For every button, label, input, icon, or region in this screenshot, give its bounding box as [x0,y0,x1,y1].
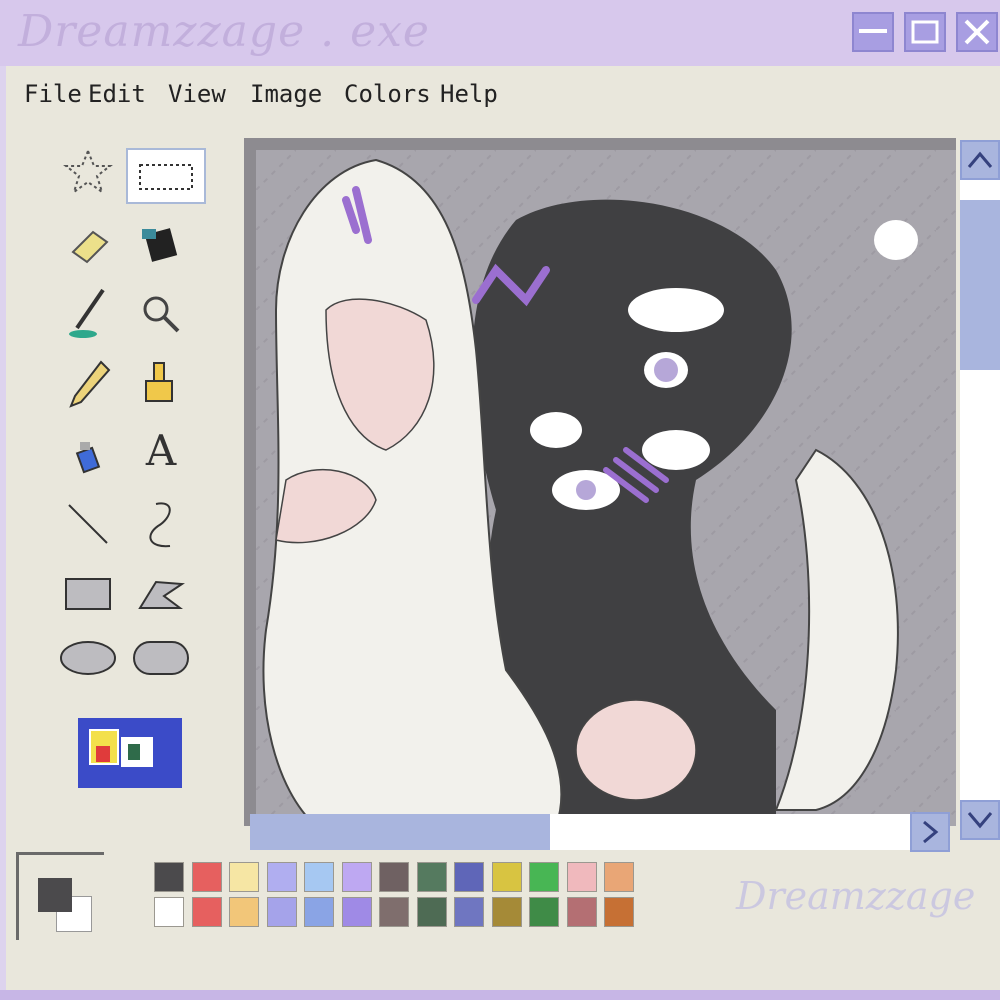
minimize-icon [859,29,887,33]
fill-tool[interactable] [126,216,196,272]
window-title: Dreamzzage . exe [18,6,430,57]
canvas-frame [244,138,956,826]
paint-bucket-icon [142,228,178,262]
color-swatch[interactable] [191,862,222,892]
color-swatch[interactable] [566,897,597,927]
color-swatch[interactable] [491,862,522,892]
title-bar[interactable]: Dreamzzage . exe [0,0,1000,66]
menu-image[interactable]: Image [250,80,322,108]
client-area: File Edit View Image Colors Help A Dream… [6,66,1000,990]
maximize-button[interactable] [904,12,946,52]
ellipse-icon [60,641,116,675]
color-swatch[interactable] [491,897,522,927]
color-swatch[interactable] [229,897,259,927]
color-swatch[interactable] [529,862,559,892]
polygon-tool[interactable] [126,566,196,622]
color-swatch[interactable] [304,897,334,927]
rounded-rect-tool[interactable] [126,630,196,686]
color-swatch[interactable] [304,862,334,892]
color-swatch[interactable] [604,862,634,892]
scroll-down-icon [967,812,993,829]
close-button[interactable] [956,12,998,52]
polygon-icon [138,580,185,609]
color-palette: Dreamzzage [6,852,1000,992]
brush-tool[interactable] [126,356,196,412]
color-swatch[interactable] [341,862,372,892]
current-colors[interactable] [16,852,108,944]
line-icon [68,504,108,544]
color-swatch[interactable] [154,862,184,892]
color-swatch[interactable] [416,897,447,927]
star-select-icon [63,148,113,195]
color-swatch[interactable] [266,897,297,927]
tool-options-box[interactable] [78,718,182,788]
curve-tool[interactable] [126,496,196,552]
rounded-rect-icon [133,641,189,675]
maximize-icon [911,20,939,44]
window-bottom-edge [0,990,1000,1000]
scroll-right-icon [923,820,939,844]
primary-color[interactable] [38,878,72,912]
rect-select-tool[interactable] [126,148,206,204]
ellipse-tool[interactable] [53,630,123,686]
menu-file[interactable]: File [24,80,82,108]
minimize-button[interactable] [852,12,894,52]
menu-help[interactable]: Help [440,80,498,108]
eraser-icon [71,230,109,264]
text-tool[interactable]: A [126,422,196,478]
dreamzzage-watermark: Dreamzzage [736,874,976,918]
color-swatch[interactable] [604,897,634,927]
brush-icon [145,362,173,402]
toolbox: A [18,136,238,856]
menu-edit[interactable]: Edit [88,80,146,108]
scroll-up-button[interactable] [960,140,1000,180]
rectangle-icon [65,578,111,610]
scroll-down-button[interactable] [960,800,1000,840]
color-swatch[interactable] [379,862,409,892]
magnifier-icon [143,296,180,333]
horizontal-scroll-thumb[interactable] [250,814,550,850]
scroll-right-button[interactable] [910,812,950,852]
vertical-scrollbar[interactable] [960,140,1000,840]
menu-view[interactable]: View [168,80,226,108]
drawing-canvas[interactable] [256,150,956,826]
line-tool[interactable] [53,496,123,552]
scroll-up-icon [967,151,993,168]
eraser-tool[interactable] [53,216,123,272]
rect-select-icon [139,164,193,190]
rectangle-tool[interactable] [53,566,123,622]
color-swatch[interactable] [566,862,597,892]
app-window: Dreamzzage . exe File Edit View Image Co… [0,0,1000,1000]
color-swatch[interactable] [529,897,559,927]
free-select-tool[interactable] [53,144,123,200]
pencil-icon [69,360,111,408]
eyedropper-icon [69,288,105,338]
transparency-option-icon [89,729,153,767]
menu-bar: File Edit View Image Colors Help [6,66,1000,126]
horizontal-scrollbar[interactable] [250,812,950,852]
close-icon [964,19,990,45]
color-swatch[interactable] [454,862,484,892]
eyedropper-tool[interactable] [53,286,123,342]
color-swatch[interactable] [379,897,409,927]
color-swatch[interactable] [341,897,372,927]
magnifier-tool[interactable] [126,286,196,342]
color-swatch[interactable] [191,897,222,927]
color-swatch[interactable] [154,897,184,927]
color-swatch[interactable] [454,897,484,927]
vertical-scroll-thumb[interactable] [960,200,1000,370]
color-swatch[interactable] [229,862,259,892]
airbrush-tool[interactable] [53,428,123,484]
pencil-tool[interactable] [53,356,123,412]
spraycan-icon [75,442,101,474]
color-swatch[interactable] [416,862,447,892]
artwork-image [256,150,956,826]
menu-colors[interactable]: Colors [344,80,431,108]
curve-icon [149,502,171,548]
color-swatch[interactable] [266,862,297,892]
